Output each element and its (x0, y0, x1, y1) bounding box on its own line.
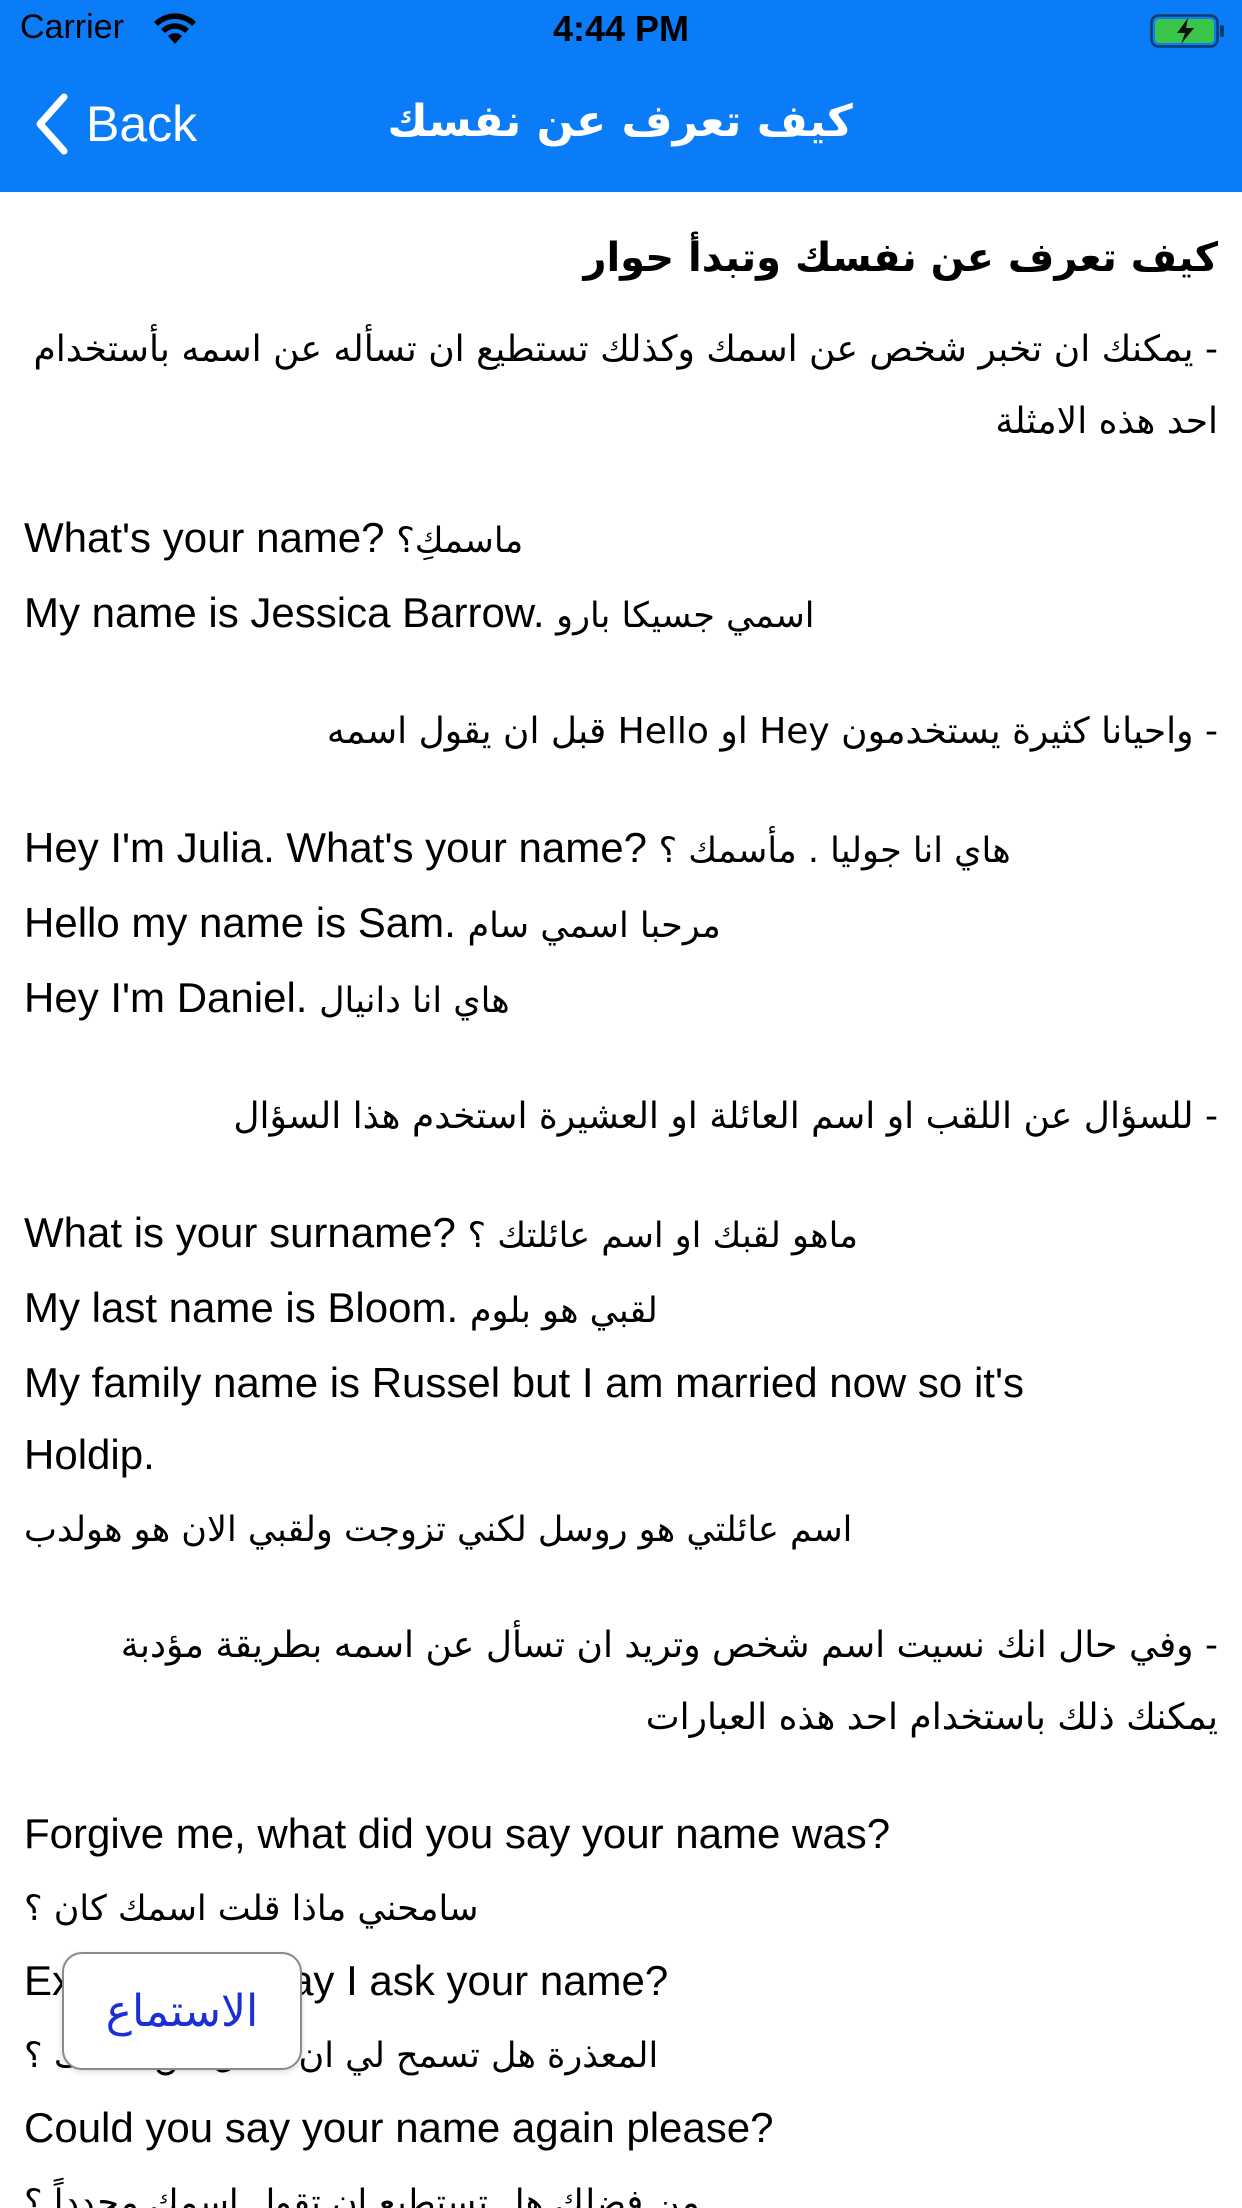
arabic-explanation: - يمكنك ان تخبر شخص عن اسمك وكذلك تستطيع… (24, 314, 1218, 458)
example-line: Could you say your name again please? (24, 2092, 1218, 2164)
explanation-text: - يمكنك ان تخبر شخص عن اسمك وكذلك تستطيع… (33, 329, 1218, 442)
page-title: كيف تعرف عن نفسك (387, 96, 853, 147)
english-sentence: My last name is Bloom. (24, 1284, 459, 1331)
english-sentence: Forgive me, what did you say your name w… (24, 1810, 891, 1857)
back-button[interactable]: Back (32, 88, 197, 160)
english-sentence: Hello my name is Sam. (24, 899, 456, 946)
english-sentence: Could you say your name again please? (24, 2104, 774, 2151)
example-line: What's your name? ماسمكِ؟ (24, 502, 1218, 577)
english-sentence: What is your surname? (24, 1209, 456, 1256)
example-line: What is your surname? ماهو لقبك او اسم ع… (24, 1197, 1218, 1272)
arabic-explanation: - وفي حال انك نسيت اسم شخص وتريد ان تسأل… (24, 1610, 1218, 1754)
arabic-translation: ماهو لقبك او اسم عائلتك ؟ (467, 1216, 859, 1256)
explanation-text: - للسؤال عن اللقب او اسم العائلة او العش… (233, 1096, 1218, 1137)
arabic-translation: لقبي هو بلوم (469, 1291, 658, 1331)
arabic-translation: اسمي جسيكا بارو (556, 596, 815, 636)
chevron-left-icon (36, 93, 68, 155)
example-line: من فضلك هل تستطيع ان تقول اسمك مجدداً ؟ (24, 2164, 1218, 2208)
english-sentence: Holdip. (24, 1431, 155, 1478)
arabic-translation: هاي انا جوليا . مأسمك ؟ (658, 831, 1011, 871)
explanation-text: - واحيانا كثيرة يستخدمون Hey او Hello قب… (326, 711, 1218, 752)
example-line: Holdip. (24, 1419, 1218, 1491)
arabic-translation: سامحني ماذا قلت اسمك كان ؟ (24, 1889, 479, 1929)
navigation-bar: Back كيف تعرف عن نفسك (0, 60, 1242, 192)
example-line: My name is Jessica Barrow. اسمي جسيكا با… (24, 577, 1218, 652)
example-line: Hey I'm Julia. What's your name? هاي انا… (24, 812, 1218, 887)
example-line: Hello my name is Sam. مرحبا اسمي سام (24, 887, 1218, 962)
example-line: Hey I'm Daniel. هاي انا دانيال (24, 962, 1218, 1037)
battery-charging-icon (1150, 14, 1224, 48)
example-group: What is your surname? ماهو لقبك او اسم ع… (24, 1197, 1218, 1566)
wifi-icon (154, 13, 196, 44)
example-group: What's your name? ماسمكِ؟ My name is Jess… (24, 502, 1218, 652)
listen-button[interactable]: الاستماع (62, 1952, 302, 2070)
lesson-heading: كيف تعرف عن نفسك وتبدأ حوار (583, 235, 1218, 281)
lesson-blocks: - يمكنك ان تخبر شخص عن اسمك وكذلك تستطيع… (24, 314, 1218, 2208)
arabic-translation: هاي انا دانيال (319, 981, 510, 1021)
english-sentence: My family name is Russel but I am marrie… (24, 1359, 1024, 1406)
arabic-translation: من فضلك هل تستطيع ان تقول اسمك مجدداً ؟ (24, 2183, 700, 2208)
example-line: My family name is Russel but I am marrie… (24, 1347, 1218, 1419)
arabic-translation: مرحبا اسمي سام (467, 906, 721, 946)
example-line: سامحني ماذا قلت اسمك كان ؟ (24, 1870, 1218, 1945)
carrier-label: Carrier (20, 8, 124, 46)
english-sentence: Hey I'm Julia. What's your name? (24, 824, 647, 871)
english-sentence: My name is Jessica Barrow. (24, 589, 545, 636)
example-line: اسم عائلتي هو روسل لكني تزوجت ولقبي الان… (24, 1491, 1218, 1566)
arabic-explanation: - واحيانا كثيرة يستخدمون Hey او Hello قب… (24, 696, 1218, 768)
english-sentence: Hey I'm Daniel. (24, 974, 308, 1021)
english-sentence: What's your name? (24, 514, 385, 561)
lesson-content[interactable]: كيف تعرف عن نفسك وتبدأ حوار - يمكنك ان ت… (24, 222, 1218, 2208)
example-line: My last name is Bloom. لقبي هو بلوم (24, 1272, 1218, 1347)
arabic-translation: اسم عائلتي هو روسل لكني تزوجت ولقبي الان… (24, 1510, 853, 1550)
example-line: Forgive me, what did you say your name w… (24, 1798, 1218, 1870)
arabic-translation: ماسمكِ؟ (396, 521, 524, 561)
status-bar: Carrier 4:44 PM (0, 0, 1242, 60)
arabic-explanation: - للسؤال عن اللقب او اسم العائلة او العش… (24, 1081, 1218, 1153)
back-label: Back (86, 96, 198, 152)
explanation-text: - وفي حال انك نسيت اسم شخص وتريد ان تسأل… (120, 1625, 1218, 1738)
example-group: Hey I'm Julia. What's your name? هاي انا… (24, 812, 1218, 1037)
